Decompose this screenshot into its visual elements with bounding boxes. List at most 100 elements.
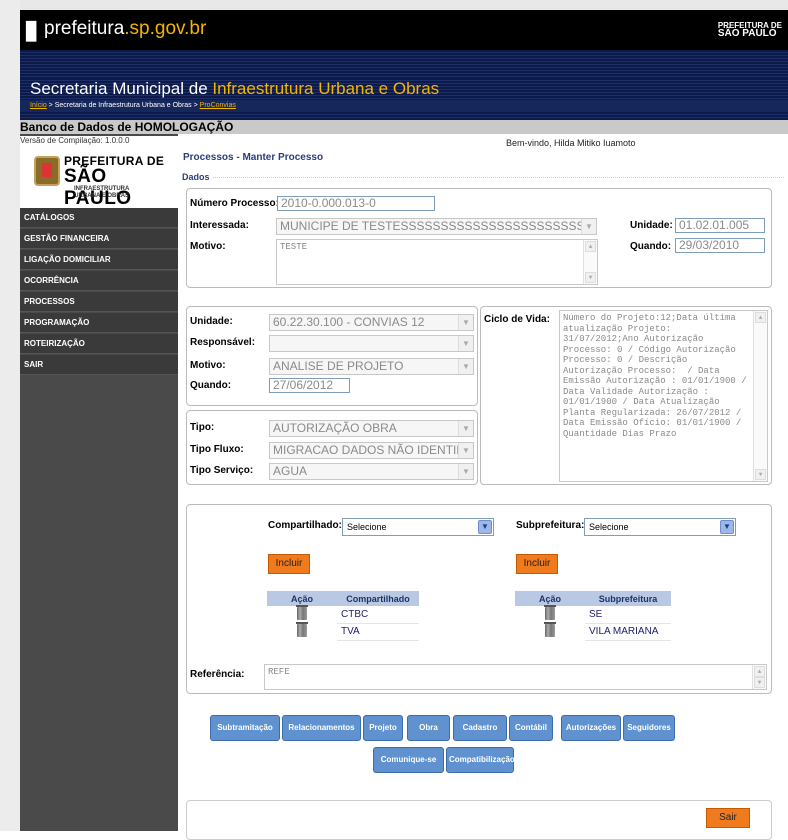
tramite-quando-label: Quando: — [190, 380, 232, 391]
tramite-motivo-value: ANALISE DE PROJETO — [273, 359, 404, 373]
tramite-motivo-label: Motivo: — [190, 360, 226, 371]
dados-motivo-value: TESTE — [280, 242, 308, 252]
sidebar-item-gestao-financeira[interactable]: GESTÃO FINANCEIRA — [20, 229, 178, 249]
scrollbar[interactable]: ▲ ▼ — [583, 240, 597, 284]
breadcrumb-fill — [20, 112, 788, 120]
trash-icon[interactable] — [296, 622, 308, 637]
compartilhado-incluir-button[interactable]: Incluir — [268, 554, 310, 574]
scroll-up-icon[interactable]: ▲ — [754, 666, 765, 677]
chevron-down-icon: ▼ — [581, 219, 596, 234]
city-crest-icon — [34, 156, 60, 186]
sidebar-item-sair[interactable]: SAIR — [20, 355, 178, 375]
obra-button[interactable]: Obra — [407, 715, 450, 741]
trash-icon[interactable] — [544, 622, 556, 637]
tipo-fluxo-value: MIGRACAO DADOS NÃO IDENTIFICADO — [273, 443, 473, 457]
table-row: SE — [515, 605, 671, 624]
table-row: TVA — [267, 622, 419, 641]
sidebar: Versão de Compilação: 1.0.0.0 PREFEITURA… — [20, 134, 178, 831]
scrollbar[interactable]: ▲ ▼ — [752, 665, 766, 689]
tipo-select[interactable]: AUTORIZAÇÃO OBRA ▼ — [269, 420, 474, 437]
dados-motivo-textarea[interactable]: TESTE ▲ ▼ — [276, 239, 598, 285]
delete-cell — [515, 605, 585, 623]
tipo-servico-label: Tipo Serviço: — [190, 465, 254, 476]
logo-domain-text: .sp.gov.br — [124, 18, 207, 39]
scrollbar[interactable]: ▲ ▼ — [753, 311, 767, 481]
trash-icon[interactable] — [544, 605, 556, 620]
chevron-down-icon: ▼ — [458, 421, 473, 436]
table-header-compartilhado: Compartilhado — [337, 591, 419, 606]
tipo-value: AUTORIZAÇÃO OBRA — [273, 421, 397, 435]
subprefeitura-incluir-button[interactable]: Incluir — [516, 554, 558, 574]
tramite-quando-field[interactable]: 27/06/2012 — [269, 378, 350, 393]
referencia-textarea[interactable]: REFE ▲ ▼ — [264, 664, 767, 690]
interessada-select[interactable]: MUNICIPE DE TESTESSSSSSSSSSSSSSSSSSSSSSS… — [276, 218, 597, 235]
cadastro-button[interactable]: Cadastro — [453, 715, 507, 741]
subprefeitura-select[interactable]: Selecione ▼ — [584, 518, 736, 536]
tramite-motivo-select[interactable]: ANALISE DE PROJETO ▼ — [269, 358, 474, 375]
sidebar-item-roteirizacao[interactable]: ROTEIRIZAÇÃO — [20, 334, 178, 354]
seguidores-button[interactable]: Seguidores — [623, 715, 675, 741]
table-header-subprefeitura: Subprefeitura — [585, 591, 671, 606]
breadcrumb-home-link[interactable]: Início — [30, 102, 47, 109]
secretaria-title: Secretaria Municipal de Infraestrutura U… — [20, 78, 788, 100]
sair-button[interactable]: Sair — [706, 808, 750, 828]
compartilhado-name: TVA — [337, 623, 419, 641]
compartilhado-name: CTBC — [337, 606, 419, 624]
comunique-se-button[interactable]: Comunique-se — [373, 747, 444, 773]
compartilhado-select[interactable]: Selecione ▼ — [342, 518, 494, 536]
contabil-button[interactable]: Contábil — [509, 715, 553, 741]
scroll-down-icon[interactable]: ▼ — [585, 272, 596, 283]
delete-cell — [267, 622, 337, 640]
scroll-down-icon[interactable]: ▼ — [755, 469, 766, 480]
sidebar-item-programacao[interactable]: PROGRAMAÇÃO — [20, 313, 178, 333]
welcome-text: Bem-vindo, Hilda Mitiko Iuamoto — [506, 138, 636, 148]
prefeitura-flag-icon: ▮ — [24, 14, 39, 44]
interessada-label: Interessada: — [190, 220, 249, 231]
responsavel-select[interactable]: ▼ — [269, 335, 474, 352]
tipo-fluxo-select[interactable]: MIGRACAO DADOS NÃO IDENTIFICADO▼ — [269, 442, 474, 459]
numero-processo-field[interactable]: 2010-0.000.013-0 — [277, 196, 435, 211]
site-logo[interactable]: prefeitura.sp.gov.br — [44, 18, 206, 40]
tipo-label: Tipo: — [190, 422, 215, 433]
logo-main-text: prefeitura — [44, 18, 125, 39]
browser-top-strip — [20, 0, 788, 10]
sidebar-item-catalogos[interactable]: CATÁLOGOS — [20, 208, 178, 228]
sidebar-item-ocorrencia[interactable]: OCORRÊNCIA — [20, 271, 178, 291]
subprefeitura-label: Subprefeitura: — [516, 520, 585, 531]
tramite-unidade-select[interactable]: 60.22.30.100 - CONVIAS 12 ▼ — [269, 314, 474, 331]
breadcrumb-separator: > — [46, 102, 55, 109]
scroll-down-icon[interactable]: ▼ — [754, 677, 765, 688]
trash-icon[interactable] — [296, 605, 308, 620]
tipo-fluxo-label: Tipo Fluxo: — [190, 444, 244, 455]
tipo-servico-select[interactable]: AGUA ▼ — [269, 463, 474, 480]
chevron-down-icon: ▼ — [478, 520, 492, 534]
interessada-value: MUNICIPE DE TESTESSSSSSSSSSSSSSSSSSSSSSS… — [280, 219, 597, 233]
breadcrumb-secretaria: Secretaria de Infraestrutura Urbana e Ob… — [54, 102, 192, 109]
footer-box — [186, 800, 772, 840]
chevron-down-icon: ▼ — [458, 315, 473, 330]
relacionamentos-button[interactable]: Relacionamentos — [282, 715, 361, 741]
chevron-down-icon: ▼ — [720, 520, 734, 534]
tramite-unidade-label: Unidade: — [190, 316, 233, 327]
compatibilizacao-button[interactable]: Compatibilização — [446, 747, 515, 773]
sp-badge: PREFEITURA DE SÃO PAULO — [718, 22, 782, 39]
site-banner: ▮ prefeitura.sp.gov.br PREFEITURA DE SÃO … — [20, 10, 788, 50]
subtramitacao-button[interactable]: Subtramitação — [210, 715, 280, 741]
breadcrumb-app-link[interactable]: ProConvias — [200, 102, 236, 109]
sidebar-logo-sub: INFRAESTRUTURA URBANA E OBRAS — [74, 186, 129, 200]
main-content: Bem-vindo, Hilda Mitiko Iuamoto Processo… — [178, 134, 788, 840]
tipo-servico-value: AGUA — [273, 464, 308, 478]
subprefeitura-select-value: Selecione — [589, 522, 629, 532]
projeto-button[interactable]: Projeto — [363, 715, 403, 741]
scroll-up-icon[interactable]: ▲ — [755, 312, 766, 323]
dados-unidade-field[interactable]: 01.02.01.005 — [675, 218, 765, 233]
referencia-label: Referência: — [190, 669, 245, 680]
autorizacoes-button[interactable]: Autorizações — [561, 715, 621, 741]
sidebar-logo-line4: URBANA E OBRAS — [74, 193, 130, 199]
sidebar-item-ligacao-domiciliar[interactable]: LIGAÇÃO DOMICILIAR — [20, 250, 178, 270]
dados-quando-field[interactable]: 29/03/2010 — [675, 238, 765, 253]
sidebar-item-processos[interactable]: PROCESSOS — [20, 292, 178, 312]
scroll-up-icon[interactable]: ▲ — [585, 241, 596, 252]
dados-quando-label: Quando: — [630, 241, 672, 252]
ciclo-vida-textarea[interactable]: Número do Projeto:12;Data última atualiz… — [559, 310, 768, 482]
